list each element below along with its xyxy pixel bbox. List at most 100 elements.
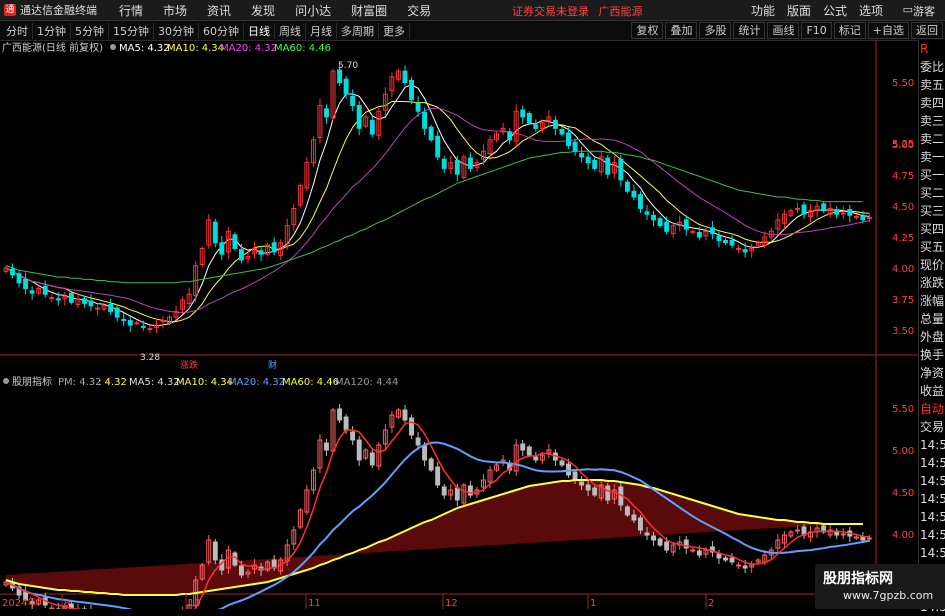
tab-weekly[interactable]: 周线 <box>275 22 306 39</box>
x-axis: 2024年 9 10 11 12 1 2 <box>2 594 714 609</box>
sub-candle <box>729 557 735 563</box>
sub-settings-icon[interactable] <box>3 378 9 384</box>
sub-ma5-label: MA5: 4.32 <box>129 377 180 388</box>
menu-item-discover[interactable]: 发现 <box>241 2 285 19</box>
menu-item-options[interactable]: 选项 <box>853 2 889 19</box>
f10-button[interactable]: F10 <box>801 22 832 39</box>
side-panel-label: 买一 <box>920 168 945 182</box>
main-candle <box>121 318 127 322</box>
main-candle <box>343 78 349 95</box>
tab-monthly[interactable]: 月线 <box>306 22 337 39</box>
event-marker-finance[interactable]: 财 <box>268 359 277 371</box>
side-panel-time: 14:56 <box>920 546 945 560</box>
window-restore-icon[interactable]: ▭ <box>903 3 913 16</box>
draw-button[interactable]: 画线 <box>767 22 800 39</box>
side-panel-label: 买四 <box>920 222 945 236</box>
main-candle <box>212 221 218 244</box>
main-candle <box>114 307 120 318</box>
sub-y-tick: 4.00 <box>892 530 914 541</box>
main-candle <box>29 290 35 294</box>
tab-30min[interactable]: 30分钟 <box>154 22 199 39</box>
main-candle <box>258 250 264 255</box>
login-notice[interactable]: 证券交易未登录 广西能源 <box>512 3 643 19</box>
x-tick: 9 <box>64 598 70 609</box>
app-logo-icon: 通 <box>4 4 16 16</box>
menu-item-market[interactable]: 市场 <box>153 2 197 19</box>
kline-chart[interactable]: 广西能源(日线 前复权) MA5: 4.32 MA10: 4.34 MA20: … <box>0 40 918 616</box>
multi-stock-button[interactable]: 多股 <box>699 22 732 39</box>
menu-item-layout[interactable]: 版面 <box>781 2 817 19</box>
stats-button[interactable]: 统计 <box>733 22 766 39</box>
add-watchlist-button[interactable]: +自选 <box>867 22 909 39</box>
guest-label[interactable]: 游客 <box>913 3 935 19</box>
chart-area[interactable]: 广西能源(日线 前复权) MA5: 4.32 MA10: 4.34 MA20: … <box>0 40 918 616</box>
sub-candle <box>716 553 722 559</box>
y-tick: 4.00 <box>892 264 914 275</box>
main-candle <box>108 304 114 312</box>
main-candle <box>709 227 715 235</box>
sub-candle <box>415 437 421 446</box>
y-tick: 4.50 <box>892 202 914 213</box>
sub-ma10-label: MA10: 4.34 <box>176 377 233 388</box>
indicator-band <box>6 480 863 595</box>
sub-candle <box>337 408 343 421</box>
sub-panel-title: 股朋指标 <box>12 375 52 388</box>
sub-candle <box>592 487 598 496</box>
main-candle <box>42 285 48 295</box>
side-panel-label: 净资 <box>920 366 945 380</box>
side-panel-label: 外盘 <box>920 330 945 344</box>
menu-item-formula[interactable]: 公式 <box>817 2 853 19</box>
menu-item-quotes[interactable]: 行情 <box>109 2 153 19</box>
tab-multi-period[interactable]: 多周期 <box>337 22 379 39</box>
menu-item-wealth[interactable]: 财富圈 <box>341 2 397 19</box>
x-tick: 10 <box>188 598 201 609</box>
side-panel-label: 总量 <box>920 312 945 326</box>
main-candle <box>232 234 238 249</box>
main-candle <box>520 109 526 118</box>
watermark-title: 股朋指标网 <box>823 571 893 587</box>
side-panel-time: 14:56 <box>920 510 945 524</box>
sub-candle <box>435 466 441 486</box>
menu-item-function[interactable]: 功能 <box>745 2 781 19</box>
tab-intraday[interactable]: 分时 <box>2 22 33 39</box>
sub-candle <box>840 533 846 536</box>
sub-panel-header: 股朋指标 PM: 4.32 : 4.32 MA5: 4.32 MA10: 4.3… <box>3 375 398 388</box>
sub-candle <box>696 550 702 556</box>
main-candle <box>88 300 94 307</box>
mark-button[interactable]: 标记 <box>833 22 866 39</box>
tab-daily[interactable]: 日线 <box>244 22 275 39</box>
main-candle <box>350 95 356 106</box>
main-candle <box>127 320 133 326</box>
sub-ma20-label: MA20: 4.32 <box>228 377 285 388</box>
y-tick: 4.25 <box>892 233 914 244</box>
side-panel-time: 14:56 <box>920 492 945 506</box>
main-candle <box>219 242 225 255</box>
menu-item-trade[interactable]: 交易 <box>397 2 441 19</box>
chart-tools: 复权 叠加 多股 统计 画线 F10 标记 +自选 返回 <box>629 22 943 39</box>
menu-item-ask[interactable]: 问小达 <box>285 2 341 19</box>
ma60-label: MA60: 4.46 <box>274 43 331 54</box>
sub-candle <box>723 557 728 561</box>
main-candle <box>742 249 748 253</box>
back-button[interactable]: 返回 <box>911 22 943 39</box>
sub-candle <box>585 484 591 491</box>
tab-5min[interactable]: 5分钟 <box>71 22 109 39</box>
main-candle <box>324 108 329 118</box>
main-candle <box>585 156 591 164</box>
ma5-line <box>5 84 870 327</box>
adjust-button[interactable]: 复权 <box>631 22 664 39</box>
overlay-button[interactable]: 叠加 <box>665 22 698 39</box>
tab-15min[interactable]: 15分钟 <box>109 22 154 39</box>
settings-icon[interactable] <box>110 44 116 50</box>
side-panel-label: 卖二 <box>920 132 945 146</box>
tab-more[interactable]: 更多 <box>379 22 410 39</box>
main-candle <box>16 273 22 284</box>
sub-candle <box>664 541 670 551</box>
main-candle <box>369 119 375 135</box>
tab-60min[interactable]: 60分钟 <box>199 22 244 39</box>
tab-1min[interactable]: 1分钟 <box>33 22 71 39</box>
main-candle <box>631 190 637 198</box>
low-label: 3.28 <box>140 353 160 363</box>
menu-item-news[interactable]: 资讯 <box>197 2 241 19</box>
event-marker-up-down[interactable]: 涨跌 <box>180 360 198 371</box>
